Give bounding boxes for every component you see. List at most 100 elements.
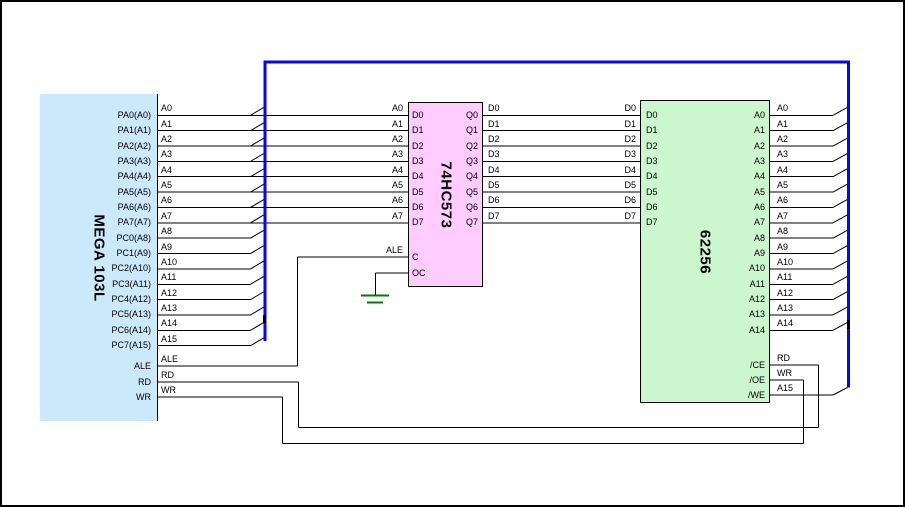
pin-label: A10 bbox=[675, 263, 765, 274]
bus-entry-diagonal bbox=[833, 261, 848, 269]
net-label: D7 bbox=[576, 211, 636, 222]
net-label: A2 bbox=[343, 134, 403, 145]
net-label: A7 bbox=[343, 211, 403, 222]
pin-label: A5 bbox=[675, 187, 765, 198]
pin-label: ALE bbox=[41, 361, 151, 372]
net-label: A13 bbox=[161, 303, 177, 314]
bus-entry-diagonal bbox=[833, 307, 848, 315]
net-label: A10 bbox=[161, 257, 177, 268]
pin-label: PC0(A8) bbox=[41, 233, 151, 244]
net-label: A3 bbox=[343, 149, 403, 160]
net-label: A12 bbox=[777, 288, 793, 299]
pin-label: RD bbox=[41, 377, 151, 388]
net-label: A9 bbox=[777, 242, 788, 253]
net-label: ALE bbox=[343, 245, 403, 256]
pin-label: A13 bbox=[675, 309, 765, 320]
pin-label: PC1(A9) bbox=[41, 248, 151, 259]
bus-entry-diagonal bbox=[251, 338, 265, 346]
bus-entry-diagonal bbox=[833, 199, 848, 207]
pin-label: Q2 bbox=[418, 141, 478, 152]
net-label: D2 bbox=[576, 134, 636, 145]
bus-entry-diagonal bbox=[833, 322, 848, 330]
bus-entry-diagonal bbox=[251, 292, 265, 300]
net-label: A5 bbox=[777, 180, 788, 191]
net-label: A3 bbox=[161, 149, 172, 160]
net-label: RD bbox=[161, 370, 174, 381]
net-label: WR bbox=[777, 368, 792, 379]
net-label: A6 bbox=[343, 195, 403, 206]
net-label: A13 bbox=[777, 303, 793, 314]
net-label: D0 bbox=[488, 103, 500, 114]
pin-label: A4 bbox=[675, 171, 765, 182]
pin-label: PC6(A14) bbox=[41, 325, 151, 336]
bus-entry-diagonal bbox=[251, 199, 265, 207]
bus-entry-diagonal bbox=[833, 169, 848, 177]
pin-label: PA6(A6) bbox=[41, 202, 151, 213]
net-label: A0 bbox=[343, 103, 403, 114]
net-label: A11 bbox=[161, 272, 176, 283]
pin-label: A14 bbox=[675, 325, 765, 336]
pin-label: D5 bbox=[646, 187, 658, 198]
net-label: ALE bbox=[161, 354, 178, 365]
net-label: A11 bbox=[777, 272, 792, 283]
pin-label: D3 bbox=[646, 156, 658, 167]
pin-label: PC7(A15) bbox=[41, 340, 151, 351]
pin-label: PA3(A3) bbox=[41, 156, 151, 167]
pin-label: C bbox=[412, 252, 419, 263]
pin-label: A7 bbox=[675, 217, 765, 228]
pin-label: A2 bbox=[675, 141, 765, 152]
bus-entry-diagonal bbox=[251, 138, 265, 146]
net-label: A4 bbox=[161, 165, 172, 176]
net-label: D0 bbox=[576, 103, 636, 114]
pin-label: PA0(A0) bbox=[41, 110, 151, 121]
bus-entry-diagonal bbox=[833, 215, 848, 223]
bus-entry-diagonal bbox=[833, 230, 848, 238]
bus-entry-diagonal bbox=[251, 307, 265, 315]
bus-entry-diagonal bbox=[251, 276, 265, 284]
pin-label: PA4(A4) bbox=[41, 171, 151, 182]
pin-label: A9 bbox=[675, 248, 765, 259]
bus-entry-diagonal bbox=[833, 107, 848, 115]
pin-label: D2 bbox=[646, 141, 658, 152]
pin-label: PC2(A10) bbox=[41, 263, 151, 274]
pin-label: A6 bbox=[675, 202, 765, 213]
pin-label: D4 bbox=[646, 171, 658, 182]
pin-label: PA1(A1) bbox=[41, 125, 151, 136]
bus-entry-diagonal bbox=[833, 246, 848, 254]
pin-label: WR bbox=[41, 392, 151, 403]
bus-entry-diagonal bbox=[251, 184, 265, 192]
net-label: A1 bbox=[777, 119, 788, 130]
net-label: A4 bbox=[343, 165, 403, 176]
net-label: A15 bbox=[161, 334, 177, 345]
bus-entry-diagonal bbox=[251, 169, 265, 177]
bus-entry-diagonal bbox=[251, 215, 265, 223]
pin-label: Q4 bbox=[418, 171, 478, 182]
pin-label: PA7(A7) bbox=[41, 217, 151, 228]
net-label: D6 bbox=[576, 195, 636, 206]
net-label: D5 bbox=[488, 180, 500, 191]
bus-entry-diagonal bbox=[833, 153, 848, 161]
pin-label: A0 bbox=[675, 110, 765, 121]
bus-entry-diagonal bbox=[251, 246, 265, 254]
pin-label: A12 bbox=[675, 294, 765, 305]
bus-entry-diagonal bbox=[251, 107, 265, 115]
pin-label: A1 bbox=[675, 125, 765, 136]
net-label: A5 bbox=[161, 180, 172, 191]
pin-label: /OE bbox=[675, 375, 765, 386]
net-label: D6 bbox=[488, 195, 500, 206]
net-label: A14 bbox=[161, 318, 177, 329]
net-label: D4 bbox=[576, 165, 636, 176]
pin-label: Q1 bbox=[418, 125, 478, 136]
bus-entry-diagonal bbox=[833, 184, 848, 192]
net-label: WR bbox=[161, 385, 176, 396]
net-label: A2 bbox=[777, 134, 788, 145]
net-label: A8 bbox=[161, 226, 172, 237]
pin-label: Q3 bbox=[418, 156, 478, 167]
pin-label: A3 bbox=[675, 156, 765, 167]
bus-entry-diagonal bbox=[833, 388, 848, 396]
pin-label: PA5(A5) bbox=[41, 187, 151, 198]
net-label: A4 bbox=[777, 165, 788, 176]
bus-entry-diagonal bbox=[251, 153, 265, 161]
pin-label: A11 bbox=[675, 279, 765, 290]
pin-label: D7 bbox=[646, 217, 658, 228]
